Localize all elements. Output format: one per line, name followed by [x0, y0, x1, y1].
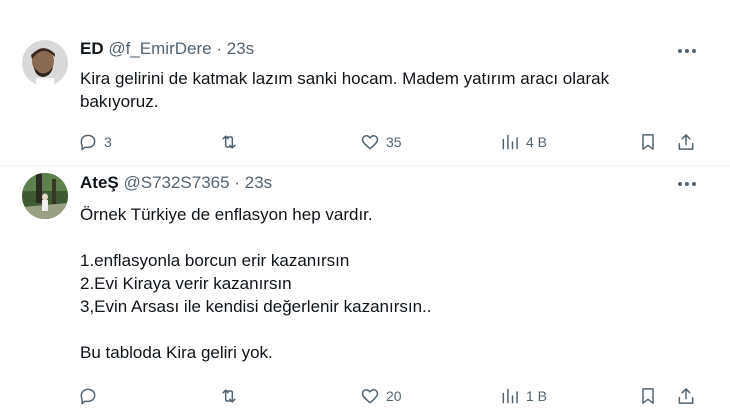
share-button[interactable] — [676, 383, 696, 409]
views-button[interactable]: 1 B — [500, 383, 547, 409]
reply-icon — [80, 388, 96, 405]
like-count: 35 — [386, 134, 402, 150]
retweet-icon — [222, 389, 236, 403]
tweet-text-line: 3,Evin Arsası ile kendisi değerlenir kaz… — [80, 297, 432, 316]
bookmark-button[interactable] — [638, 129, 658, 155]
views-icon — [502, 388, 518, 404]
tweet-text-line — [80, 226, 700, 249]
more-icon[interactable] — [674, 174, 700, 194]
retweet-button[interactable] — [219, 383, 245, 409]
retweet-button[interactable] — [219, 129, 245, 155]
bookmark-icon — [642, 134, 654, 150]
reply-icon — [80, 134, 96, 151]
views-button[interactable]: 4 B — [500, 129, 547, 155]
display-name[interactable]: ED — [80, 39, 104, 58]
like-icon — [361, 135, 379, 150]
avatar[interactable] — [22, 173, 68, 219]
like-count: 20 — [386, 388, 402, 404]
user-handle[interactable]: @S732S7365 — [123, 173, 229, 192]
reply-count: 3 — [104, 134, 112, 150]
share-icon — [678, 388, 694, 404]
tweet-text-line: Bu tabloda Kira geliri yok. — [80, 343, 273, 362]
action-bar: 20 1 B — [78, 383, 702, 409]
like-button[interactable]: 35 — [360, 129, 402, 155]
tweet-text: Kira gelirini de katmak lazım sanki hoca… — [80, 67, 700, 113]
tweet-header: ED @f_EmirDere · 23s — [80, 38, 254, 60]
retweet-icon — [222, 135, 236, 149]
tweet-text-line: Kira gelirini de katmak lazım sanki hoca… — [80, 69, 610, 88]
reply-button[interactable]: 3 — [78, 129, 112, 155]
display-name[interactable]: AteŞ — [80, 173, 119, 192]
reply-button[interactable] — [78, 383, 104, 409]
tweet-header: AteŞ @S732S7365 · 23s — [80, 172, 272, 194]
tweet[interactable]: ED @f_EmirDere · 23s Kira gelirini de ka… — [0, 0, 730, 166]
user-handle[interactable]: @f_EmirDere — [108, 39, 211, 58]
view-count: 1 B — [526, 388, 548, 404]
bookmark-button[interactable] — [638, 383, 658, 409]
tweet-text: Örnek Türkiye de enflasyon hep vardır. 1… — [80, 203, 700, 364]
share-button[interactable] — [676, 129, 696, 155]
separator-dot: · — [234, 173, 240, 192]
separator-dot: · — [216, 39, 222, 58]
tweet[interactable]: AteŞ @S732S7365 · 23s Örnek Türkiye de e… — [0, 165, 730, 420]
tweet-text-line — [80, 318, 700, 341]
more-icon[interactable] — [674, 41, 700, 61]
timestamp[interactable]: 23s — [245, 173, 272, 192]
tweet-text-line: 1.enflasyonla borcun erir kazanırsın — [80, 251, 350, 270]
timestamp[interactable]: 23s — [227, 39, 254, 58]
like-icon — [361, 389, 379, 404]
like-button[interactable]: 20 — [360, 383, 402, 409]
avatar[interactable] — [22, 40, 68, 86]
action-bar: 3 35 4 B — [78, 129, 702, 155]
view-count: 4 B — [526, 134, 548, 150]
tweet-text-line: Örnek Türkiye de enflasyon hep vardır. — [80, 205, 373, 224]
share-icon — [678, 134, 694, 150]
bookmark-icon — [642, 388, 654, 404]
tweet-text-line: bakıyoruz. — [80, 92, 159, 111]
views-icon — [502, 134, 518, 150]
tweet-text-line: 2.Evi Kiraya verir kazanırsın — [80, 274, 292, 293]
